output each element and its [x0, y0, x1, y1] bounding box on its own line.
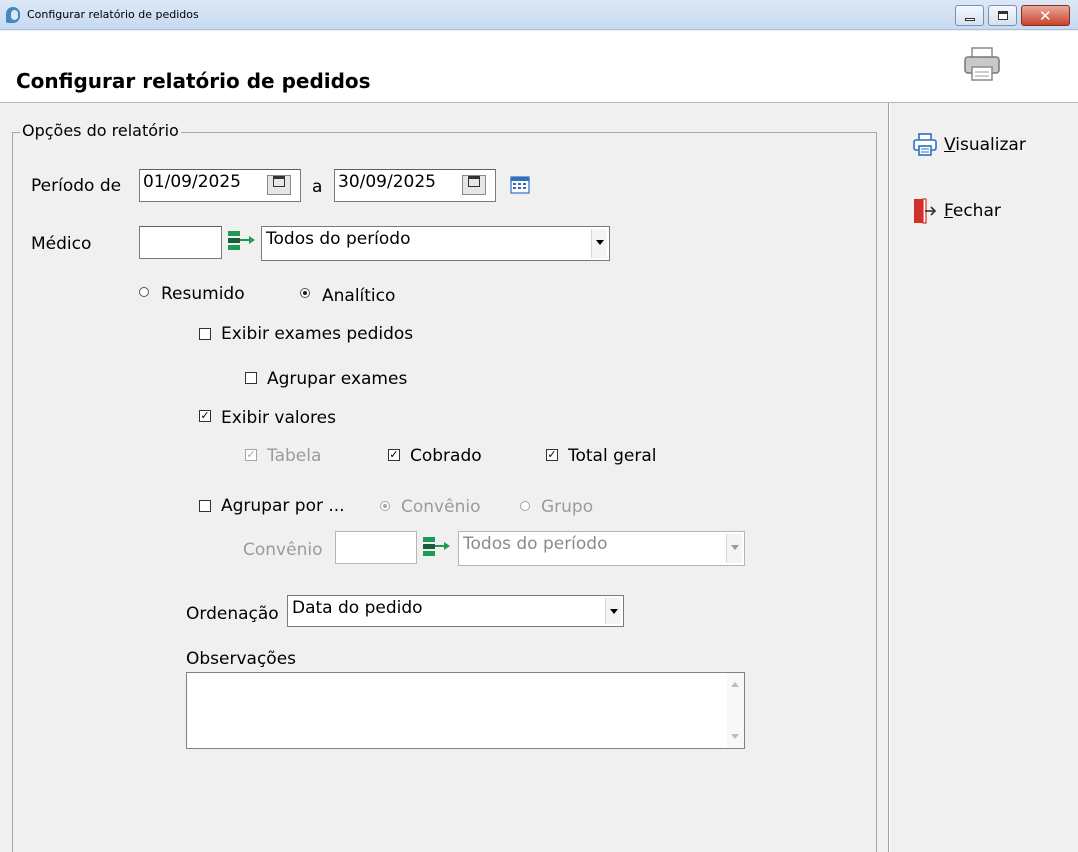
lookup-icon	[423, 537, 450, 556]
visualizar-label: Visualizar	[944, 135, 1026, 155]
period-start-date-button[interactable]	[267, 175, 291, 195]
chevron-down-icon	[591, 229, 607, 258]
observacoes-label: Observações	[186, 649, 297, 669]
period-end-value: 30/09/2025	[338, 172, 436, 192]
exibir-exames-checkbox[interactable]	[199, 328, 211, 340]
report-options-legend: Opções do relatório	[20, 121, 181, 140]
convenio-code-input	[335, 531, 417, 564]
maximize-button[interactable]	[988, 5, 1017, 26]
close-window-button[interactable]: ✕	[1021, 5, 1070, 26]
medico-select-value: Todos do período	[266, 229, 411, 249]
fechar-button[interactable]: Fechar	[912, 197, 1001, 225]
total-geral-checkbox[interactable]: ✓	[546, 449, 558, 461]
observacoes-textarea[interactable]	[186, 672, 745, 749]
convenio-radio-label: Convênio	[401, 497, 481, 517]
lookup-icon[interactable]	[226, 229, 258, 255]
analitico-radio[interactable]	[300, 288, 310, 298]
total-geral-label: Total geral	[568, 446, 657, 466]
fechar-label: Fechar	[944, 201, 1001, 221]
convenio-select: Todos do período	[458, 531, 745, 566]
convenio-radio	[380, 501, 390, 511]
tabela-label: Tabela	[267, 446, 322, 466]
grupo-radio	[520, 501, 530, 511]
calendar-icon	[468, 176, 480, 187]
title-bar: Configurar relatório de pedidos ✕	[0, 0, 1078, 30]
chevron-down-icon	[605, 598, 621, 624]
printer-icon[interactable]	[962, 44, 1002, 84]
ordenacao-label: Ordenação	[186, 604, 279, 624]
page-title: Configurar relatório de pedidos	[16, 69, 371, 93]
scroll-up-icon[interactable]	[731, 682, 739, 687]
observacoes-scrollbar[interactable]	[727, 673, 744, 748]
chevron-down-icon	[726, 534, 742, 563]
exibir-valores-label: Exibir valores	[221, 408, 336, 428]
periodo-separator: a	[312, 177, 323, 197]
period-start-value: 01/09/2025	[143, 172, 241, 192]
medico-code-input[interactable]	[139, 226, 222, 259]
minimize-button[interactable]	[955, 5, 984, 26]
analitico-label: Analítico	[322, 286, 396, 306]
app-icon	[6, 7, 20, 23]
period-end-date-button[interactable]	[462, 175, 486, 195]
visualizar-button[interactable]: Visualizar	[912, 131, 1026, 159]
cobrado-label: Cobrado	[410, 446, 482, 466]
window-title: Configurar relatório de pedidos	[27, 8, 199, 21]
convenio-select-value: Todos do período	[463, 534, 608, 554]
exibir-valores-checkbox[interactable]: ✓	[199, 410, 211, 422]
cobrado-checkbox[interactable]: ✓	[388, 449, 400, 461]
tabela-checkbox: ✓	[245, 448, 257, 461]
exibir-exames-label: Exibir exames pedidos	[221, 324, 414, 344]
agrupar-por-label: Agrupar por ...	[221, 496, 345, 516]
maximize-icon	[998, 11, 1008, 20]
close-icon: ✕	[1039, 7, 1052, 25]
agrupar-exames-checkbox[interactable]	[245, 372, 257, 384]
agrupar-exames-label: Agrupar exames	[267, 369, 408, 389]
ordenacao-select-value: Data do pedido	[292, 598, 423, 618]
calendar-icon	[273, 176, 285, 187]
convenio-label: Convênio	[243, 540, 323, 560]
minimize-icon	[965, 18, 975, 21]
printer-icon	[913, 133, 937, 156]
ordenacao-select[interactable]: Data do pedido	[287, 595, 624, 627]
medico-select[interactable]: Todos do período	[261, 226, 610, 261]
resumido-label: Resumido	[161, 284, 245, 304]
agrupar-por-checkbox[interactable]	[199, 500, 211, 512]
calendar-picker-icon[interactable]	[510, 176, 530, 194]
medico-label: Médico	[31, 234, 92, 254]
resumido-radio[interactable]	[139, 287, 149, 297]
scroll-down-icon[interactable]	[731, 734, 739, 739]
side-divider	[888, 103, 890, 852]
exit-door-icon	[914, 198, 937, 224]
periodo-label: Período de	[31, 176, 122, 196]
grupo-radio-label: Grupo	[541, 497, 594, 517]
